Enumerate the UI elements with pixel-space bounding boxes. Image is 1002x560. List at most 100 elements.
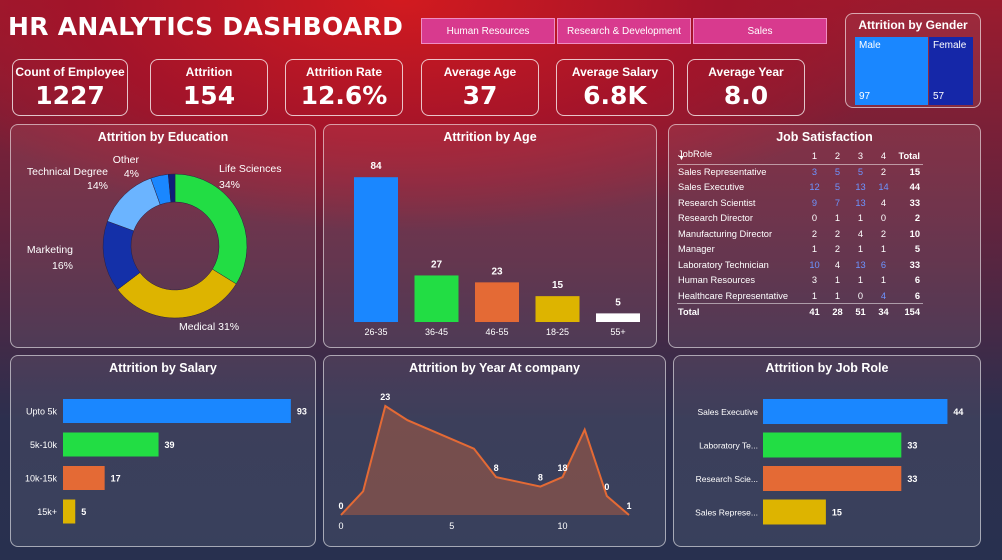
slicer-sales[interactable]: Sales bbox=[693, 18, 827, 44]
age-category-label: 46-55 bbox=[485, 327, 508, 337]
bar-value-label: 44 bbox=[953, 407, 963, 417]
header-total[interactable]: Total bbox=[895, 148, 923, 165]
age-bar[interactable] bbox=[475, 282, 519, 322]
female-label: Female bbox=[933, 40, 967, 51]
jobrole-bar-chart: Sales Executive 44 Laboratory Te... 33 Resea… bbox=[695, 399, 963, 525]
table-cell: 2 bbox=[880, 167, 887, 177]
hbar[interactable] bbox=[763, 432, 902, 458]
table-row[interactable]: Laboratory Technician 10 4 13 6 33 bbox=[677, 257, 923, 273]
row-jobrole: Sales Representative bbox=[678, 167, 767, 177]
table-cell: 1 bbox=[811, 244, 818, 255]
donut-slice[interactable] bbox=[107, 177, 161, 232]
table-cell: 1 bbox=[834, 290, 841, 301]
row-jobrole: Manager bbox=[678, 244, 715, 255]
category-label: 15k+ bbox=[37, 507, 57, 517]
kpi-value: 154 bbox=[182, 81, 236, 110]
gender-title: Attrition by Gender bbox=[858, 18, 968, 32]
hbar[interactable] bbox=[763, 499, 826, 525]
hbar[interactable] bbox=[63, 432, 159, 457]
donut-slice[interactable] bbox=[117, 268, 237, 319]
age-bar[interactable] bbox=[596, 313, 640, 322]
table-row[interactable]: Human Resources 3 1 1 1 6 bbox=[677, 273, 923, 289]
area-fill bbox=[341, 406, 629, 515]
total-cell: 34 bbox=[872, 303, 895, 319]
header-col-3[interactable]: 3 bbox=[849, 148, 872, 165]
header-jobrole[interactable]: JobRole ▼ bbox=[677, 148, 803, 165]
point-value-label: 8 bbox=[494, 463, 499, 473]
table-cell: 9 bbox=[811, 197, 818, 208]
table-total-row: Total 41 28 51 34 154 bbox=[677, 303, 923, 319]
table-row[interactable]: Research Scientist 9 7 13 4 33 bbox=[677, 195, 923, 211]
x-tick-label: 5 bbox=[449, 521, 454, 531]
table-row[interactable]: Sales Representative 3 5 5 2 15 bbox=[677, 164, 923, 180]
age-category-label: 36-45 bbox=[425, 327, 448, 337]
kpi-count-of-employee: Count of Employee 1227 bbox=[12, 59, 128, 116]
age-bar[interactable] bbox=[535, 296, 580, 322]
category-label: 10k-15k bbox=[25, 474, 58, 484]
row-jobrole: Research Scientist bbox=[678, 197, 756, 208]
table-cell: 7 bbox=[834, 197, 841, 208]
point-value-label: 8 bbox=[538, 473, 543, 483]
kpi-value: 37 bbox=[462, 81, 498, 110]
point-value-label: 23 bbox=[380, 392, 390, 402]
table-cell: 4 bbox=[834, 259, 841, 270]
age-bar[interactable] bbox=[354, 177, 398, 322]
grand-total: 154 bbox=[895, 303, 923, 319]
bar-value-label: 15 bbox=[832, 508, 842, 518]
table-row[interactable]: Sales Executive 12 5 13 14 44 bbox=[677, 180, 923, 196]
row-total: 6 bbox=[914, 290, 920, 301]
slicer-human-resources[interactable]: Human Resources bbox=[421, 18, 555, 44]
age-bar[interactable] bbox=[414, 275, 459, 322]
salary-bar-chart: Upto 5k 93 5k-10k 39 10k-15k 17 15k+ 5 bbox=[25, 399, 307, 524]
bar-value-label: 39 bbox=[165, 440, 175, 450]
table-cell: 6 bbox=[880, 259, 887, 270]
table-cell: 2 bbox=[811, 228, 818, 239]
donut-label: Technical Degree bbox=[27, 166, 108, 178]
hbar[interactable] bbox=[63, 466, 105, 490]
table-cell: 3 bbox=[811, 167, 818, 177]
x-tick-label: 0 bbox=[338, 521, 343, 531]
header-col-2[interactable]: 2 bbox=[826, 148, 849, 165]
category-label: Laboratory Te... bbox=[699, 441, 758, 451]
table-row[interactable]: Manager 1 2 1 1 5 bbox=[677, 242, 923, 258]
table-cell: 14 bbox=[878, 182, 889, 193]
male-tile[interactable]: Male 97 bbox=[855, 37, 928, 105]
table-row[interactable]: Manufacturing Director 2 2 4 2 10 bbox=[677, 226, 923, 242]
donut-pct-label: 34% bbox=[219, 179, 240, 191]
bar-value-label: 27 bbox=[431, 259, 443, 270]
donut-pct-label: 4% bbox=[124, 168, 139, 180]
row-jobrole: Human Resources bbox=[678, 275, 755, 286]
hbar[interactable] bbox=[763, 399, 948, 424]
table-cell: 0 bbox=[857, 290, 864, 301]
table-cell: 4 bbox=[880, 290, 887, 301]
age-bar-chart: 84 26-35 27 36-45 23 46-55 15 18-25 5 55+ bbox=[354, 161, 640, 337]
header-col-1[interactable]: 1 bbox=[803, 148, 826, 165]
slicer-research-development[interactable]: Research & Development bbox=[557, 18, 691, 44]
hbar[interactable] bbox=[763, 466, 902, 491]
bar-value-label: 84 bbox=[370, 161, 382, 172]
kpi-average-year: Average Year 8.0 bbox=[687, 59, 805, 116]
point-value-label: 0 bbox=[338, 501, 343, 511]
point-value-label: 18 bbox=[558, 463, 568, 473]
hbar[interactable] bbox=[63, 399, 291, 423]
kpi-label: Average Salary bbox=[571, 65, 659, 79]
donut-pct-label: 16% bbox=[52, 260, 73, 272]
kpi-average-age: Average Age 37 bbox=[421, 59, 539, 116]
table-header-row: JobRole ▼ 1 2 3 4 Total bbox=[677, 148, 923, 165]
bar-value-label: 93 bbox=[297, 407, 307, 417]
gender-card: Attrition by Gender Male 97 Female 57 bbox=[845, 13, 981, 108]
hbar[interactable] bbox=[63, 499, 76, 524]
header-col-4[interactable]: 4 bbox=[872, 148, 895, 165]
table-row[interactable]: Healthcare Representative 1 1 0 4 6 bbox=[677, 288, 923, 304]
donut-label: Other bbox=[113, 154, 140, 166]
education-panel: Attrition by Education Life Sciences 34% M… bbox=[10, 124, 316, 348]
table-cell: 1 bbox=[834, 213, 841, 224]
age-category-label: 18-25 bbox=[546, 327, 569, 337]
row-total: 33 bbox=[909, 259, 920, 270]
row-total: 10 bbox=[909, 228, 920, 239]
table-cell: 10 bbox=[809, 259, 820, 270]
female-tile[interactable]: Female 57 bbox=[929, 37, 973, 105]
bar-value-label: 23 bbox=[491, 266, 503, 277]
table-row[interactable]: Research Director 0 1 1 0 2 bbox=[677, 211, 923, 227]
kpi-attrition-rate: Attrition Rate 12.6% bbox=[285, 59, 403, 116]
